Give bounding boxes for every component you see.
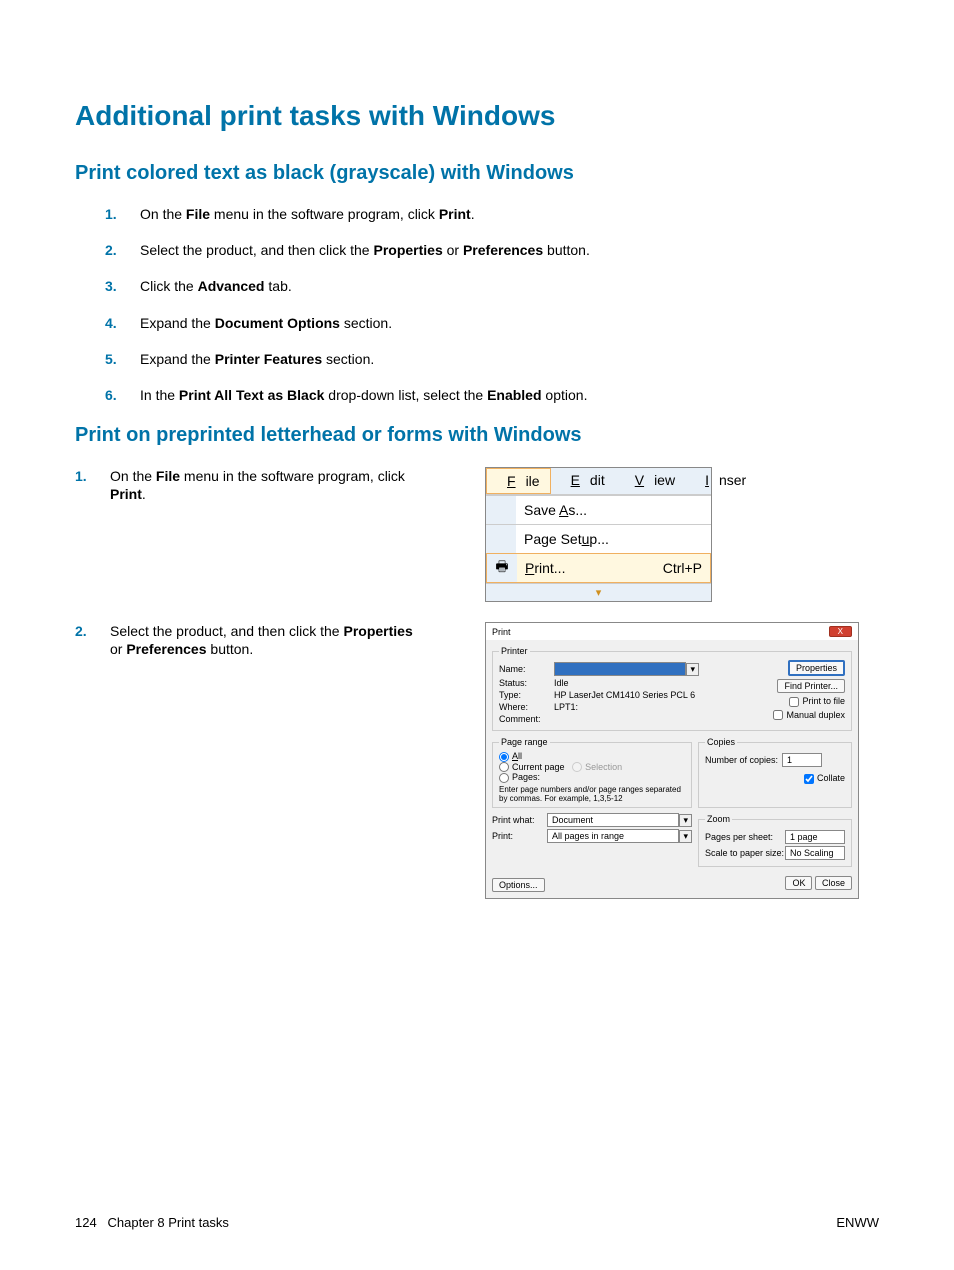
print-dialog-screenshot: PrintX Printer Name: ▾ Status:Idle Type:… — [485, 622, 859, 899]
printer-icon: 🖶 — [495, 556, 508, 580]
section2-heading: Print on preprinted letterhead or forms … — [75, 424, 879, 447]
find-printer-button: Find Printer... — [777, 679, 845, 693]
section1-heading: Print colored text as black (grayscale) … — [75, 162, 879, 185]
list-item: 3.Click the Advanced tab. — [140, 277, 879, 295]
section1-step-list: 1.On the File menu in the software progr… — [75, 205, 879, 404]
menu-item-print: 🖶 Print... Ctrl+P — [486, 553, 711, 583]
list-item: 4.Expand the Document Options section. — [140, 314, 879, 332]
expand-icon: ▾ — [486, 583, 711, 601]
list-item: 1.On the File menu in the software progr… — [140, 205, 879, 223]
options-button: Options... — [492, 878, 545, 892]
ok-button: OK — [785, 876, 812, 890]
menu-edit: Edit — [551, 468, 615, 494]
menu-view: View — [615, 468, 685, 494]
list-item: 1.On the File menu in the software progr… — [110, 467, 425, 503]
menu-item-pagesetup: Page Setup... — [486, 524, 711, 553]
page-title: Additional print tasks with Windows — [75, 100, 879, 132]
list-item: 5.Expand the Printer Features section. — [140, 350, 879, 368]
dialog-title: Print — [492, 627, 511, 637]
list-item: 6.In the Print All Text as Black drop-do… — [140, 386, 879, 404]
properties-button: Properties — [788, 660, 845, 676]
menu-item-saveas: Save As... — [486, 495, 711, 524]
menu-insert: Inser — [685, 468, 756, 494]
menu-file: File — [486, 468, 551, 494]
list-item: 2.Select the product, and then click the… — [110, 622, 425, 658]
list-item: 2.Select the product, and then click the… — [140, 241, 879, 259]
file-menu-screenshot: File Edit View Inser Save As... Page Set… — [485, 467, 712, 602]
page-footer: 124 Chapter 8 Print tasks ENWW — [75, 1215, 879, 1230]
close-icon: X — [829, 626, 852, 637]
close-button: Close — [815, 876, 852, 890]
